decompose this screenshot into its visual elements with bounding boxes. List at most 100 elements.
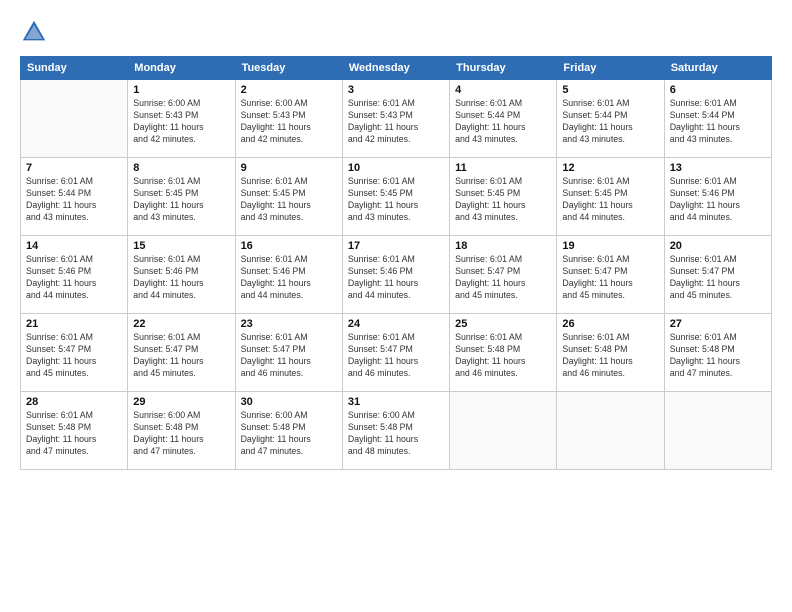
calendar-cell bbox=[557, 392, 664, 470]
calendar-header-sunday: Sunday bbox=[21, 57, 128, 80]
calendar-cell: 17 Sunrise: 6:01 AMSunset: 5:46 PMDayligh… bbox=[342, 236, 449, 314]
day-number: 1 bbox=[133, 84, 229, 96]
day-info: Sunrise: 6:01 AMSunset: 5:45 PMDaylight:… bbox=[348, 176, 444, 224]
day-number: 31 bbox=[348, 396, 444, 408]
calendar-week-row-1: 7Sunrise: 6:01 AMSunset: 5:44 PMDaylight… bbox=[21, 158, 772, 236]
day-info: Sunrise: 6:01 AMSunset: 5:47 PMDaylight:… bbox=[455, 254, 551, 302]
day-info: Sunrise: 6:01 AMSunset: 5:48 PMDaylight:… bbox=[455, 332, 551, 380]
day-info: Sunrise: 6:01 AMSunset: 5:46 PMDaylight:… bbox=[241, 254, 337, 302]
calendar-cell: 10 Sunrise: 6:01 AMSunset: 5:45 PMDayligh… bbox=[342, 158, 449, 236]
calendar-cell: 16 Sunrise: 6:01 AMSunset: 5:46 PMDayligh… bbox=[235, 236, 342, 314]
day-info: Sunrise: 6:01 AMSunset: 5:46 PMDaylight:… bbox=[133, 254, 229, 302]
day-number: 17 bbox=[348, 240, 444, 252]
calendar-cell: 22 Sunrise: 6:01 AMSunset: 5:47 PMDayligh… bbox=[128, 314, 235, 392]
header bbox=[20, 18, 772, 46]
calendar-cell: 13 Sunrise: 6:01 AMSunset: 5:46 PMDayligh… bbox=[664, 158, 771, 236]
day-number: 15 bbox=[133, 240, 229, 252]
day-info: Sunrise: 6:01 AMSunset: 5:43 PMDaylight:… bbox=[348, 98, 444, 146]
logo-icon bbox=[20, 18, 48, 46]
day-number: 28 bbox=[26, 396, 122, 408]
day-number: 26 bbox=[562, 318, 658, 330]
day-number: 29 bbox=[133, 396, 229, 408]
day-number: 30 bbox=[241, 396, 337, 408]
day-number: 22 bbox=[133, 318, 229, 330]
calendar-cell: 25 Sunrise: 6:01 AMSunset: 5:48 PMDayligh… bbox=[450, 314, 557, 392]
day-number: 19 bbox=[562, 240, 658, 252]
calendar-header-row: SundayMondayTuesdayWednesdayThursdayFrid… bbox=[21, 57, 772, 80]
calendar-cell: 12 Sunrise: 6:01 AMSunset: 5:45 PMDayligh… bbox=[557, 158, 664, 236]
day-info: Sunrise: 6:01 AMSunset: 5:47 PMDaylight:… bbox=[133, 332, 229, 380]
day-number: 11 bbox=[455, 162, 551, 174]
day-number: 20 bbox=[670, 240, 766, 252]
calendar-cell: 4Sunrise: 6:01 AMSunset: 5:44 PMDaylight… bbox=[450, 80, 557, 158]
calendar-cell: 27Sunrise: 6:01 AMSunset: 5:48 PMDayligh… bbox=[664, 314, 771, 392]
calendar-cell: 3 Sunrise: 6:01 AMSunset: 5:43 PMDaylight… bbox=[342, 80, 449, 158]
calendar-cell bbox=[21, 80, 128, 158]
day-number: 13 bbox=[670, 162, 766, 174]
day-info: Sunrise: 6:01 AMSunset: 5:47 PMDaylight:… bbox=[241, 332, 337, 380]
calendar-cell: 14Sunrise: 6:01 AMSunset: 5:46 PMDayligh… bbox=[21, 236, 128, 314]
day-info: Sunrise: 6:00 AMSunset: 5:48 PMDaylight:… bbox=[241, 410, 337, 458]
calendar-cell: 6 Sunrise: 6:01 AMSunset: 5:44 PMDaylight… bbox=[664, 80, 771, 158]
day-info: Sunrise: 6:01 AMSunset: 5:44 PMDaylight:… bbox=[562, 98, 658, 146]
calendar-cell: 8Sunrise: 6:01 AMSunset: 5:45 PMDaylight… bbox=[128, 158, 235, 236]
day-info: Sunrise: 6:00 AMSunset: 5:43 PMDaylight:… bbox=[133, 98, 229, 146]
day-info: Sunrise: 6:01 AMSunset: 5:45 PMDaylight:… bbox=[241, 176, 337, 224]
day-number: 3 bbox=[348, 84, 444, 96]
day-info: Sunrise: 6:01 AMSunset: 5:45 PMDaylight:… bbox=[455, 176, 551, 224]
day-number: 27 bbox=[670, 318, 766, 330]
calendar-week-row-2: 14Sunrise: 6:01 AMSunset: 5:46 PMDayligh… bbox=[21, 236, 772, 314]
day-number: 16 bbox=[241, 240, 337, 252]
calendar-cell: 19 Sunrise: 6:01 AMSunset: 5:47 PMDayligh… bbox=[557, 236, 664, 314]
day-number: 21 bbox=[26, 318, 122, 330]
day-info: Sunrise: 6:01 AMSunset: 5:47 PMDaylight:… bbox=[562, 254, 658, 302]
calendar-cell: 20 Sunrise: 6:01 AMSunset: 5:47 PMDayligh… bbox=[664, 236, 771, 314]
day-info: Sunrise: 6:01 AMSunset: 5:47 PMDaylight:… bbox=[348, 332, 444, 380]
day-info: Sunrise: 6:01 AMSunset: 5:45 PMDaylight:… bbox=[562, 176, 658, 224]
day-info: Sunrise: 6:01 AMSunset: 5:46 PMDaylight:… bbox=[348, 254, 444, 302]
day-number: 25 bbox=[455, 318, 551, 330]
day-info: Sunrise: 6:00 AMSunset: 5:43 PMDaylight:… bbox=[241, 98, 337, 146]
day-info: Sunrise: 6:00 AMSunset: 5:48 PMDaylight:… bbox=[348, 410, 444, 458]
day-number: 2 bbox=[241, 84, 337, 96]
day-number: 12 bbox=[562, 162, 658, 174]
calendar-table: SundayMondayTuesdayWednesdayThursdayFrid… bbox=[20, 56, 772, 470]
calendar-header-wednesday: Wednesday bbox=[342, 57, 449, 80]
calendar-cell: 30 Sunrise: 6:00 AMSunset: 5:48 PMDayligh… bbox=[235, 392, 342, 470]
calendar-cell: 28Sunrise: 6:01 AMSunset: 5:48 PMDayligh… bbox=[21, 392, 128, 470]
day-info: Sunrise: 6:00 AMSunset: 5:48 PMDaylight:… bbox=[133, 410, 229, 458]
calendar-header-saturday: Saturday bbox=[664, 57, 771, 80]
calendar-cell: 23Sunrise: 6:01 AMSunset: 5:47 PMDayligh… bbox=[235, 314, 342, 392]
calendar-cell: 9 Sunrise: 6:01 AMSunset: 5:45 PMDaylight… bbox=[235, 158, 342, 236]
calendar-cell bbox=[450, 392, 557, 470]
calendar-cell: 5Sunrise: 6:01 AMSunset: 5:44 PMDaylight… bbox=[557, 80, 664, 158]
day-info: Sunrise: 6:01 AMSunset: 5:47 PMDaylight:… bbox=[26, 332, 122, 380]
calendar-week-row-3: 21 Sunrise: 6:01 AMSunset: 5:47 PMDayligh… bbox=[21, 314, 772, 392]
calendar-cell: 1 Sunrise: 6:00 AMSunset: 5:43 PMDaylight… bbox=[128, 80, 235, 158]
day-info: Sunrise: 6:01 AMSunset: 5:48 PMDaylight:… bbox=[562, 332, 658, 380]
day-info: Sunrise: 6:01 AMSunset: 5:47 PMDaylight:… bbox=[670, 254, 766, 302]
calendar-header-monday: Monday bbox=[128, 57, 235, 80]
calendar-week-row-4: 28Sunrise: 6:01 AMSunset: 5:48 PMDayligh… bbox=[21, 392, 772, 470]
page: SundayMondayTuesdayWednesdayThursdayFrid… bbox=[0, 0, 792, 612]
calendar-header-friday: Friday bbox=[557, 57, 664, 80]
calendar-cell: 24Sunrise: 6:01 AMSunset: 5:47 PMDayligh… bbox=[342, 314, 449, 392]
day-info: Sunrise: 6:01 AMSunset: 5:44 PMDaylight:… bbox=[26, 176, 122, 224]
day-number: 6 bbox=[670, 84, 766, 96]
calendar-cell bbox=[664, 392, 771, 470]
day-number: 10 bbox=[348, 162, 444, 174]
logo bbox=[20, 18, 52, 46]
day-info: Sunrise: 6:01 AMSunset: 5:46 PMDaylight:… bbox=[670, 176, 766, 224]
day-number: 18 bbox=[455, 240, 551, 252]
calendar-week-row-0: 1 Sunrise: 6:00 AMSunset: 5:43 PMDaylight… bbox=[21, 80, 772, 158]
day-number: 9 bbox=[241, 162, 337, 174]
calendar-cell: 2 Sunrise: 6:00 AMSunset: 5:43 PMDaylight… bbox=[235, 80, 342, 158]
day-info: Sunrise: 6:01 AMSunset: 5:44 PMDaylight:… bbox=[670, 98, 766, 146]
day-info: Sunrise: 6:01 AMSunset: 5:46 PMDaylight:… bbox=[26, 254, 122, 302]
day-number: 8 bbox=[133, 162, 229, 174]
calendar-cell: 11 Sunrise: 6:01 AMSunset: 5:45 PMDayligh… bbox=[450, 158, 557, 236]
day-number: 4 bbox=[455, 84, 551, 96]
calendar-header-thursday: Thursday bbox=[450, 57, 557, 80]
calendar-header-tuesday: Tuesday bbox=[235, 57, 342, 80]
calendar-cell: 7Sunrise: 6:01 AMSunset: 5:44 PMDaylight… bbox=[21, 158, 128, 236]
